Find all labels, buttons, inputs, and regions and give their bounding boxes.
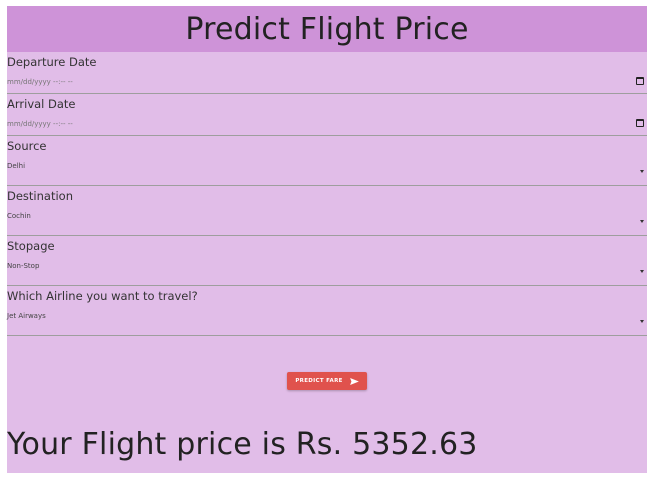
airline-label: Which Airline you want to travel? [7, 289, 198, 303]
send-icon [349, 377, 359, 385]
predict-fare-button[interactable]: PREDICT FARE [287, 372, 367, 390]
page-title: Predict Flight Price [185, 11, 469, 47]
prediction-result: Your Flight price is Rs. 5352.63 [7, 427, 478, 462]
departure-date-field[interactable]: Departure Date mm/dd/yyyy --:-- -- [7, 52, 647, 94]
page-header: Predict Flight Price [7, 6, 647, 52]
source-label: Source [7, 139, 47, 153]
dropdown-arrow-icon[interactable] [640, 270, 644, 273]
departure-date-input[interactable]: mm/dd/yyyy --:-- -- [7, 77, 647, 87]
dropdown-arrow-icon[interactable] [640, 170, 644, 173]
destination-field[interactable]: Destination Cochin [7, 186, 647, 236]
arrival-date-input[interactable]: mm/dd/yyyy --:-- -- [7, 119, 647, 129]
button-container: PREDICT FARE [287, 372, 367, 390]
source-select[interactable]: Delhi [7, 161, 647, 171]
predict-fare-label: PREDICT FARE [295, 378, 343, 384]
airline-field[interactable]: Which Airline you want to travel? Jet Ai… [7, 286, 647, 336]
dropdown-arrow-icon[interactable] [640, 220, 644, 223]
arrival-date-label: Arrival Date [7, 97, 76, 111]
stopage-field[interactable]: Stopage Non-Stop [7, 236, 647, 286]
stopage-label: Stopage [7, 239, 55, 253]
airline-select[interactable]: Jet Airways [7, 311, 647, 321]
calendar-icon[interactable] [636, 119, 644, 127]
destination-label: Destination [7, 189, 73, 203]
dropdown-arrow-icon[interactable] [640, 320, 644, 323]
stopage-select[interactable]: Non-Stop [7, 261, 647, 271]
prediction-form-panel: Predict Flight Price Departure Date mm/d… [7, 6, 647, 473]
destination-select[interactable]: Cochin [7, 211, 647, 221]
calendar-icon[interactable] [636, 77, 644, 85]
departure-date-label: Departure Date [7, 55, 97, 69]
arrival-date-field[interactable]: Arrival Date mm/dd/yyyy --:-- -- [7, 94, 647, 136]
source-field[interactable]: Source Delhi [7, 136, 647, 186]
